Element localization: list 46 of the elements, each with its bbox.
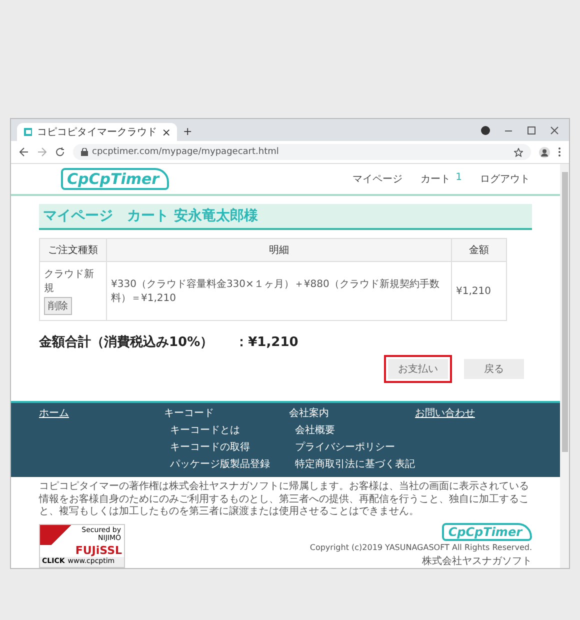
close-icon[interactable]: [550, 126, 559, 134]
delete-button[interactable]: 削除: [44, 297, 72, 315]
badge-title: FUJiSSL: [75, 544, 123, 557]
address-bar[interactable]: cpcptimer.com/mypage/mypagecart.html: [73, 144, 531, 160]
footer-link[interactable]: プライバシーポリシー: [289, 440, 415, 454]
profile-icon[interactable]: [539, 146, 550, 158]
star-icon[interactable]: [514, 148, 523, 156]
pay-button[interactable]: お支払い: [384, 355, 452, 383]
footer-link[interactable]: パッケージ版製品登録: [164, 457, 289, 471]
footer-link[interactable]: ホーム: [39, 406, 164, 420]
detail-cell: ¥330（クラウド容量料金330×１ヶ月）＋¥880（クラウド新規契約手数料）＝¥1,210: [106, 262, 452, 320]
amount-cell: ¥1,210: [452, 262, 506, 320]
total-value: ：¥1,210: [235, 334, 298, 351]
footer-link[interactable]: キーコード: [164, 406, 289, 420]
footer-link[interactable]: 会社概要: [289, 423, 415, 437]
copyright-text: Copyright (c)2019 YASUNAGASOFT All Rights Reserved.: [310, 542, 532, 552]
tab-close-button[interactable]: ×: [162, 126, 171, 138]
maximize-icon[interactable]: [527, 126, 536, 134]
extension-icon[interactable]: [481, 126, 490, 134]
reload-icon[interactable]: [55, 147, 65, 157]
column-header: ご注文種類: [40, 238, 106, 262]
page-title: マイページ カート 安永竜太郎様: [39, 204, 532, 230]
scrollbar-thumb[interactable]: [562, 172, 568, 452]
lock-icon: [81, 148, 88, 156]
url-text: cpcptimer.com/mypage/mypagecart.html: [92, 147, 279, 157]
footer-link[interactable]: 会社案内: [289, 406, 415, 420]
total-label: 金額合計（消費税込み10%）: [39, 334, 214, 351]
footer-link[interactable]: 特定商取引法に基づく表記: [289, 457, 415, 471]
footer-link[interactable]: キーコードの取得: [164, 440, 289, 454]
footer-link[interactable]: キーコードとは: [164, 423, 289, 437]
browser-tab[interactable]: コピコピタイマークラウド ×: [17, 123, 177, 141]
menu-icon[interactable]: [558, 147, 561, 157]
copyright-notice: コピコピタイマーの著作権は株式会社ヤスナガソフトに帰属します。お客様は、当社の画面に表示されている情報をお客様自身のためにのみご利用するものとし、第三者への提供、再配信を行うこと、独自に加工すること、複写もしくは加工したものを第三者に譲渡または使用させることはできません。: [39, 481, 530, 518]
order-type: クラウド新規: [44, 269, 94, 294]
column-header: 金額: [452, 238, 506, 262]
nav-link[interactable]: カート 1: [420, 172, 462, 186]
nav-link[interactable]: ログアウト: [480, 172, 530, 186]
column-header: 明細: [106, 238, 452, 262]
company-name: 株式会社ヤスナガソフト: [422, 554, 532, 568]
new-tab-button[interactable]: +: [183, 125, 192, 138]
back-arrow-icon[interactable]: [19, 147, 29, 157]
footer-logo: CpCpTimer: [442, 522, 532, 540]
tab-title: コピコピタイマークラウド: [37, 126, 158, 139]
nav-link[interactable]: マイページ: [352, 172, 403, 186]
footer-link[interactable]: お問い合わせ: [415, 406, 540, 420]
logo-icon: [23, 127, 33, 137]
